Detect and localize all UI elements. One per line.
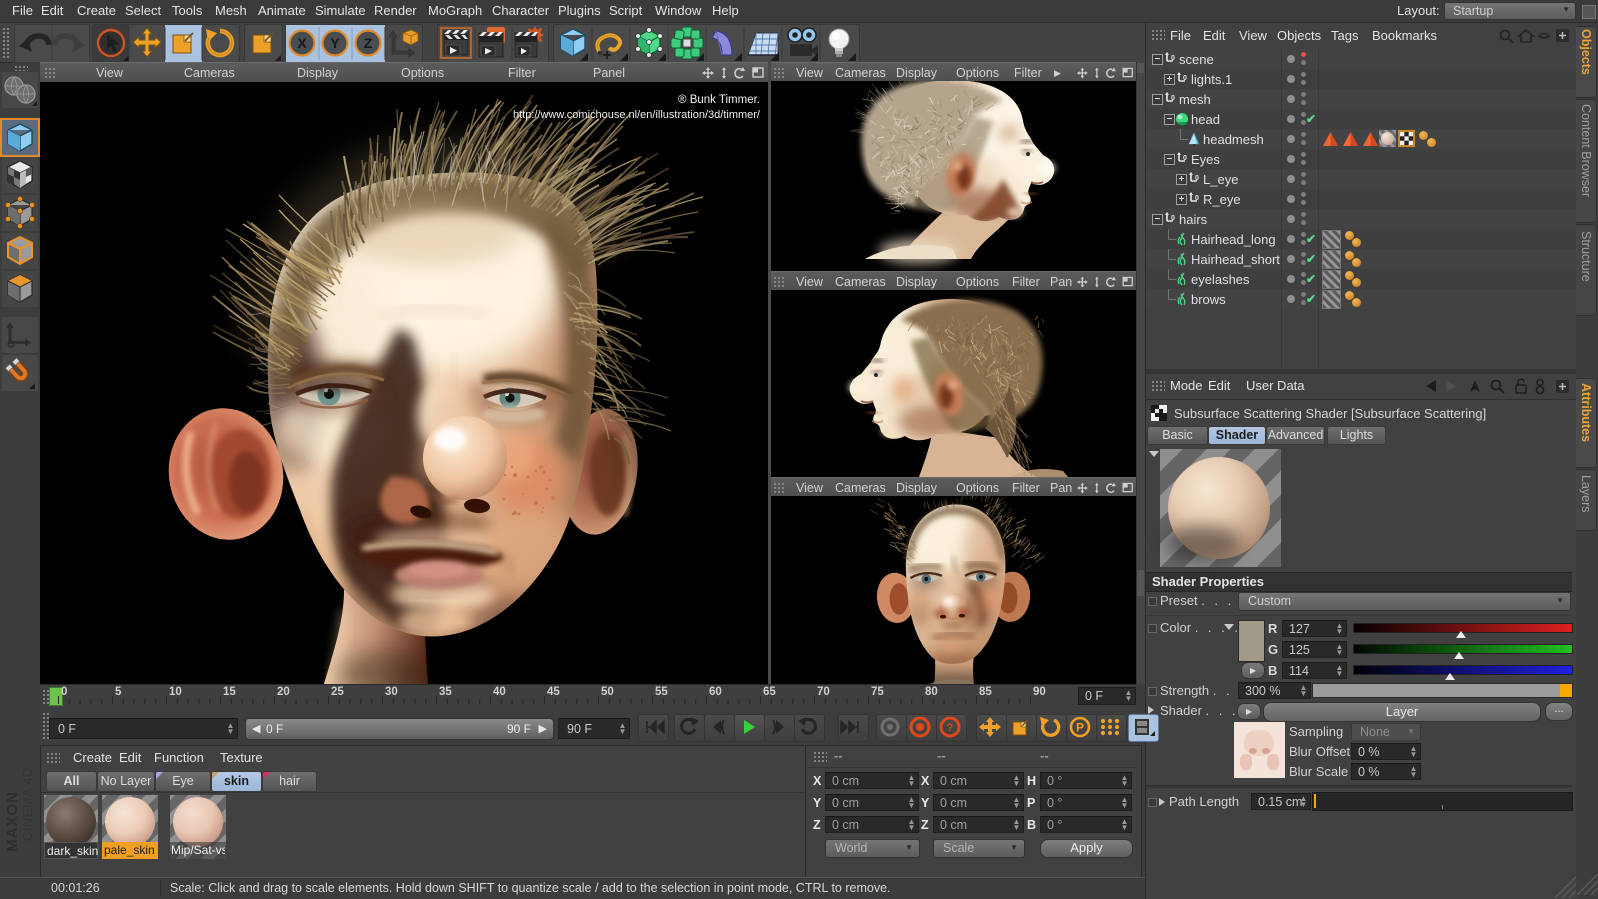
- svg-text:0: 0: [1171, 55, 1175, 62]
- svg-text:0: 0: [1195, 195, 1199, 202]
- svg-text:Y: Y: [330, 35, 340, 51]
- svg-text:0: 0: [1171, 95, 1175, 102]
- svg-text:0: 0: [1195, 175, 1199, 182]
- svg-text:0: 0: [1183, 75, 1187, 82]
- svg-text:Z: Z: [364, 35, 373, 51]
- svg-text:P: P: [1076, 721, 1084, 735]
- svg-text:X: X: [297, 35, 307, 51]
- svg-text:0: 0: [1183, 155, 1187, 162]
- svg-text:0: 0: [1171, 215, 1175, 222]
- svg-text:?: ?: [947, 722, 954, 734]
